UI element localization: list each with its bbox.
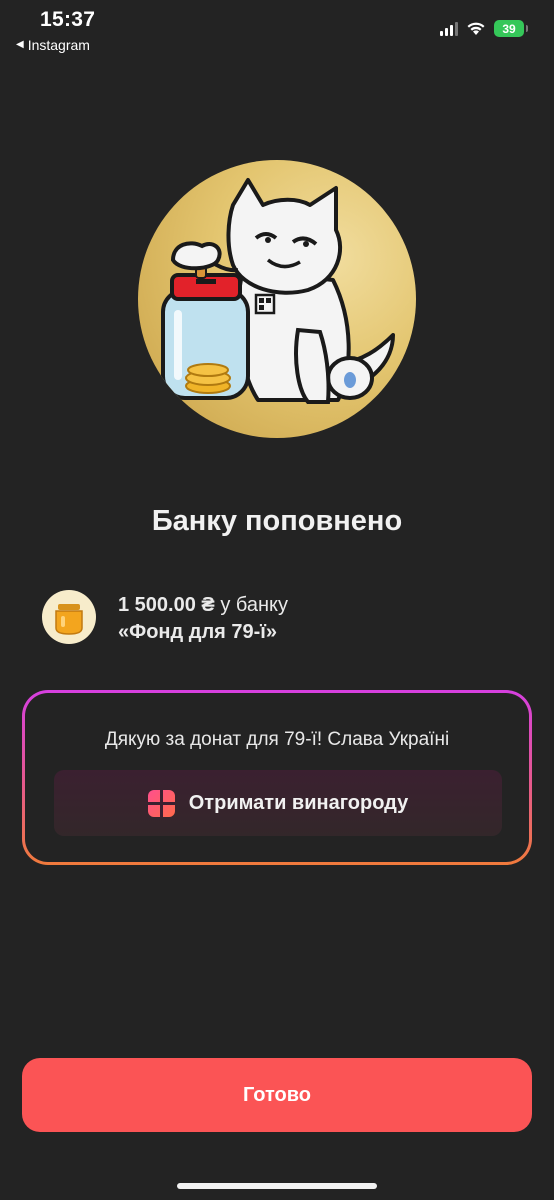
illustration-art	[161, 178, 395, 404]
done-label: Готово	[242, 1083, 312, 1106]
done-button[interactable]: Готово	[22, 1058, 532, 1132]
get-reward-button[interactable]: Отримати винагороду	[54, 770, 502, 836]
amount-suffix: у банку	[220, 594, 289, 616]
page-title: Банку поповнено	[151, 505, 403, 537]
amount-value: 1 500.00 ₴	[118, 594, 215, 616]
battery-level: 39	[502, 21, 516, 36]
thanks-card: Дякую за донат для 79-ї! Слава Україні О…	[22, 690, 532, 865]
thanks-card-body: Дякую за донат для 79-ї! Слава Україні О…	[25, 693, 529, 862]
cellular-signal-icon	[440, 21, 458, 36]
status-time: 15:37	[40, 8, 96, 31]
donation-amount: 1 500.00 ₴ у банку	[118, 594, 288, 617]
back-triangle-icon: ◀	[16, 39, 24, 50]
status-indicators: 39	[440, 20, 528, 37]
thanks-message: Дякую за донат для 79-ї! Слава Україні	[104, 729, 450, 750]
battery-icon: 39	[494, 20, 528, 37]
get-reward-label: Отримати винагороду	[188, 791, 409, 814]
back-app-label: Instagram	[27, 37, 90, 53]
cat-with-coin-jar-illustration	[138, 160, 416, 438]
honey-jar-icon	[42, 590, 96, 644]
wifi-icon	[467, 22, 485, 35]
back-to-app-link[interactable]: ◀ Instagram	[16, 37, 90, 53]
home-indicator[interactable]	[177, 1183, 377, 1189]
jar-name: «Фонд для 79-ї»	[118, 621, 278, 643]
honey-jar-art	[55, 604, 83, 635]
status-bar: 15:37 ◀ Instagram 39	[0, 0, 554, 60]
gift-icon	[147, 789, 175, 817]
